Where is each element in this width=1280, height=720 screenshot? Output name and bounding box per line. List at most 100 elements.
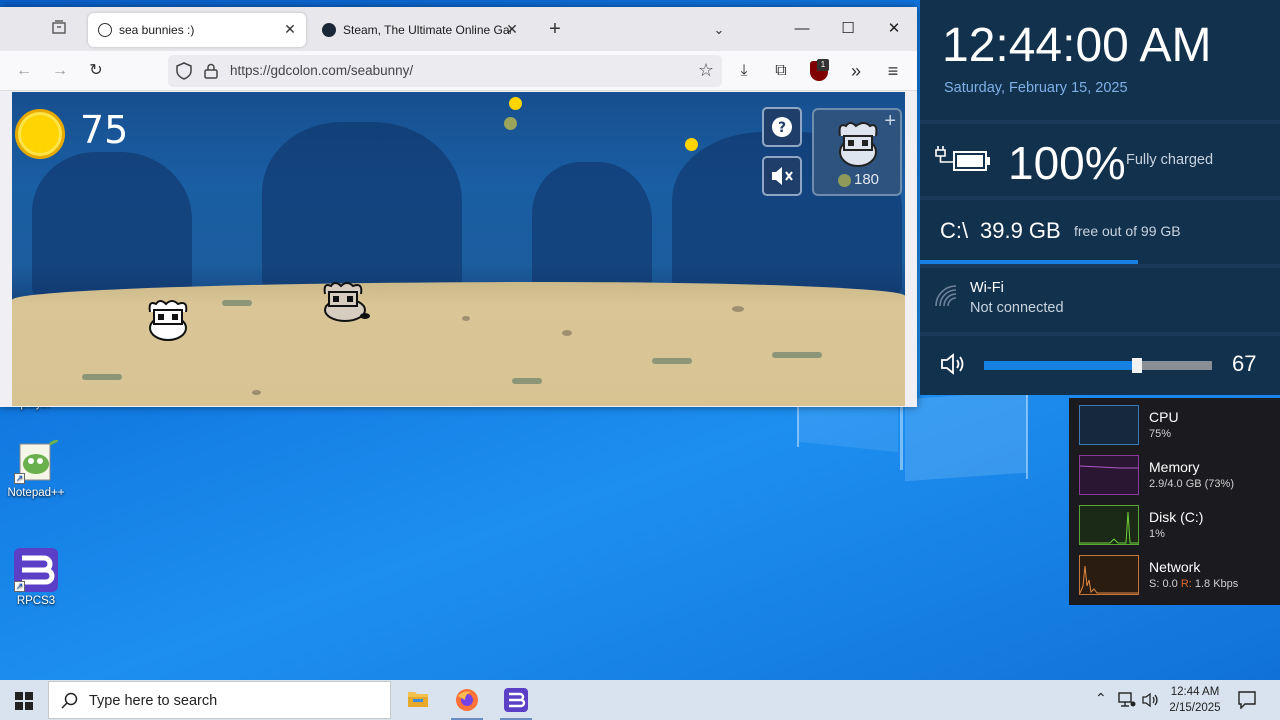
desktop-icon-notepadpp[interactable]: ↗ Notepad++ xyxy=(0,438,72,499)
network-icon[interactable] xyxy=(1118,692,1136,708)
taskbar-search[interactable]: Type here to search xyxy=(48,681,391,719)
shortcut-arrow-icon: ↗ xyxy=(14,581,25,592)
close-window-icon[interactable]: ✕ xyxy=(879,15,909,43)
volume-slider[interactable] xyxy=(984,358,1212,373)
taskbar-clock[interactable]: 12:44 AM 2/15/2025 xyxy=(1165,684,1225,716)
volume-icon[interactable] xyxy=(1142,692,1160,708)
perf-value: 2.9/4.0 GB (73%) xyxy=(1149,478,1234,490)
folder-icon xyxy=(408,692,428,707)
wifi-section: Wi-Fi Not connected xyxy=(920,268,1280,332)
disk-desc: free out of 99 GB xyxy=(1074,223,1181,239)
clock-section: 12:44:00 AM Saturday, February 15, 2025 xyxy=(920,0,1280,120)
minimize-icon[interactable]: — xyxy=(787,15,817,43)
speaker-icon[interactable] xyxy=(940,352,968,376)
close-tab-icon[interactable]: ✕ xyxy=(282,21,298,37)
desktop-icon-label: Notepad++ xyxy=(7,487,65,499)
reload-icon[interactable]: ↻ xyxy=(84,59,108,83)
new-tab-icon[interactable]: + xyxy=(544,19,566,41)
tab-sea-bunnies[interactable]: sea bunnies :) ✕ xyxy=(88,13,306,47)
falling-coin[interactable] xyxy=(504,117,517,130)
taskbar-firefox[interactable] xyxy=(443,680,491,720)
perf-row-network[interactable]: Network S: 0.0 R: 1.8 Kbps xyxy=(1079,555,1279,597)
perf-row-memory[interactable]: Memory 2.9/4.0 GB (73%) xyxy=(1079,455,1279,497)
notification-icon[interactable] xyxy=(1238,691,1256,709)
disk-section: C:\ 39.9 GB free out of 99 GB xyxy=(920,200,1280,264)
system-info-panel: 12:44:00 AM Saturday, February 15, 2025 … xyxy=(920,0,1280,395)
rpcs3-icon xyxy=(504,688,528,712)
firefox-view-icon[interactable] xyxy=(48,19,70,41)
coin-counter: 75 xyxy=(80,108,129,152)
url-text[interactable]: https://gdcolon.com/seabunny/ xyxy=(230,63,413,78)
sea-bunny[interactable] xyxy=(317,278,371,324)
underwater-rock xyxy=(532,162,652,292)
desktop-icon-rpcs3[interactable]: ↗ RPCS3 xyxy=(0,548,72,607)
coin-icon xyxy=(15,109,65,159)
network-graph xyxy=(1079,555,1139,595)
desktop-light-edge xyxy=(1026,395,1028,479)
taskbar-file-explorer[interactable] xyxy=(394,680,442,720)
windows-logo-icon xyxy=(15,692,33,710)
pebble xyxy=(252,390,261,395)
disk-graph xyxy=(1079,505,1139,545)
buy-bunny-button[interactable]: + 180 xyxy=(812,108,902,196)
game-area[interactable]: 75 ? + 180 xyxy=(12,92,905,406)
mute-button[interactable] xyxy=(762,156,802,196)
perf-value: 1% xyxy=(1149,528,1165,540)
sea-bunny[interactable] xyxy=(144,296,192,342)
chevron-up-icon[interactable]: ⌃ xyxy=(1095,690,1107,707)
perf-row-disk[interactable]: Disk (C:) 1% xyxy=(1079,505,1279,547)
desktop-light-beam xyxy=(905,390,1027,482)
taskbar: Type here to search ⌃ 12:44 AM 2/15/2025 xyxy=(0,680,1280,720)
bookmark-star-icon[interactable]: ☆ xyxy=(698,60,714,81)
back-icon[interactable]: ← xyxy=(12,59,36,83)
chevron-down-icon[interactable]: ⌄ xyxy=(708,19,730,41)
tracking-shield-icon[interactable] xyxy=(176,62,192,80)
seaweed xyxy=(652,358,692,364)
hamburger-menu-icon[interactable]: ≡ xyxy=(881,59,905,83)
help-button[interactable]: ? xyxy=(762,107,802,147)
wifi-status: Not connected xyxy=(970,300,1064,316)
bunny-shop-icon xyxy=(838,122,878,167)
taskbar-rpcs3[interactable] xyxy=(492,680,540,720)
perf-name: Network xyxy=(1149,559,1201,575)
start-button[interactable] xyxy=(0,680,48,720)
coin-icon xyxy=(838,174,851,187)
downloads-icon[interactable]: ⤓ xyxy=(732,59,756,83)
tab-bar: sea bunnies :) ✕ Steam, The Ultimate Onl… xyxy=(0,7,917,51)
overflow-menu-icon[interactable]: » xyxy=(844,59,868,83)
disk-free: 39.9 GB xyxy=(980,218,1061,243)
volume-value: 67 xyxy=(1232,351,1257,376)
address-bar[interactable]: https://gdcolon.com/seabunny/ ☆ xyxy=(168,55,722,87)
battery-charging-icon xyxy=(935,146,990,171)
disk-usage-bar xyxy=(920,260,1138,264)
plus-icon: + xyxy=(884,110,896,132)
bunny-price: 180 xyxy=(854,171,880,188)
perf-value: S: 0.0 R: 1.8 Kbps xyxy=(1149,578,1238,590)
falling-coin[interactable] xyxy=(509,97,522,110)
seaweed xyxy=(82,374,122,380)
pebble xyxy=(462,316,470,321)
perf-name: Disk (C:) xyxy=(1149,509,1204,525)
cpu-graph xyxy=(1079,405,1139,445)
falling-coin[interactable] xyxy=(685,138,698,151)
forward-icon[interactable]: → xyxy=(48,59,72,83)
memory-graph xyxy=(1079,455,1139,495)
taskbar-date: 2/15/2025 xyxy=(1169,702,1221,714)
notepadpp-icon: ↗ xyxy=(14,438,59,484)
pebble xyxy=(732,306,744,312)
volume-thumb[interactable] xyxy=(1131,358,1142,373)
underwater-rock xyxy=(32,152,192,302)
network-send: S: 0.0 xyxy=(1149,578,1178,590)
close-tab-icon[interactable]: ✕ xyxy=(504,21,520,37)
tab-label: sea bunnies :) xyxy=(119,23,195,37)
volume-fill xyxy=(984,361,1137,370)
firefox-icon xyxy=(456,689,478,711)
lock-icon[interactable] xyxy=(204,63,218,79)
extensions-icon[interactable]: ⧉ xyxy=(769,59,793,83)
search-placeholder: Type here to search xyxy=(89,693,218,709)
wifi-title: Wi-Fi xyxy=(970,280,1004,296)
bunny-favicon-icon xyxy=(98,23,112,37)
maximize-icon[interactable]: ☐ xyxy=(833,15,863,43)
tab-steam[interactable]: Steam, The Ultimate Online Game Platform… xyxy=(312,13,528,47)
perf-row-cpu[interactable]: CPU 75% xyxy=(1079,405,1279,447)
